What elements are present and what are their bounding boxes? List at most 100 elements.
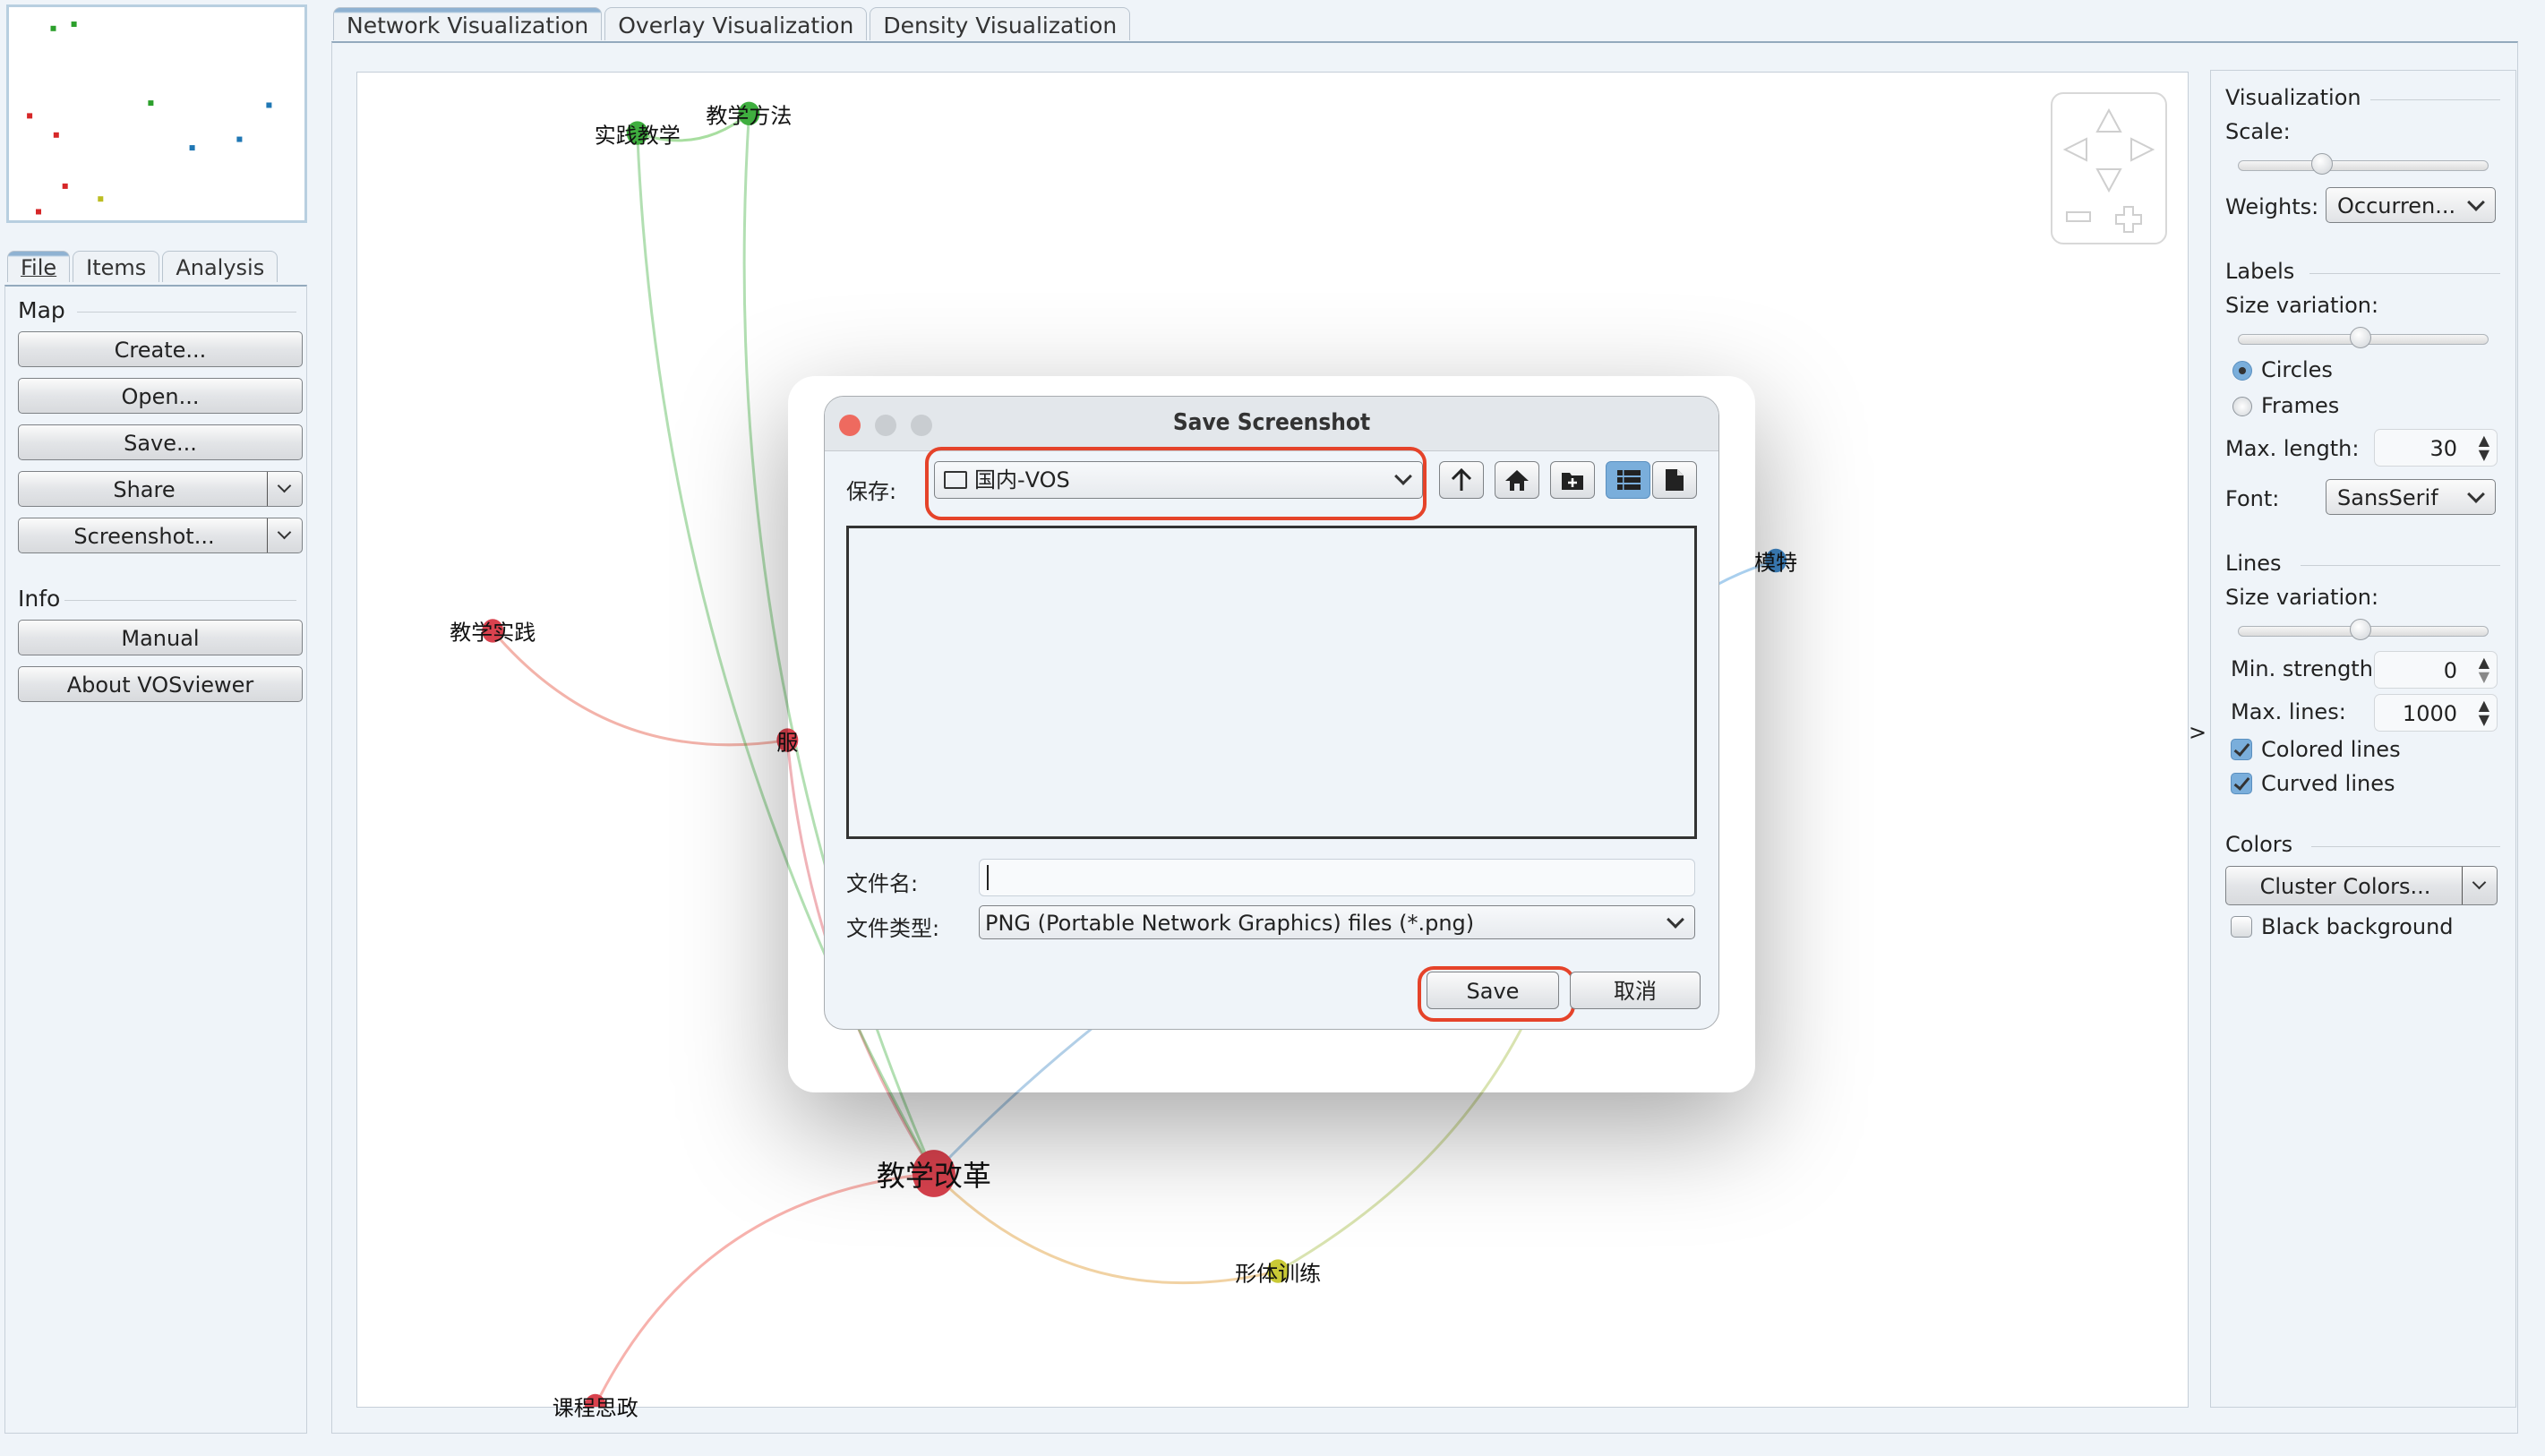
- pan-right-icon[interactable]: [2130, 137, 2155, 162]
- up-folder-button[interactable]: [1439, 461, 1484, 499]
- save-in-folder-select[interactable]: 国内-VOS: [934, 461, 1423, 499]
- max-length-spinner[interactable]: 30 ▲ ▼: [2374, 429, 2498, 467]
- dialog-titlebar[interactable]: Save Screenshot: [825, 397, 1718, 451]
- minimap-point: [53, 132, 59, 138]
- weights-select[interactable]: Occurren...: [2326, 187, 2496, 223]
- minimap-point: [36, 209, 41, 215]
- min-strength-spinner[interactable]: 0 ▲ ▼: [2374, 651, 2498, 689]
- screenshot-dropdown-toggle[interactable]: [267, 518, 302, 552]
- scale-slider-thumb[interactable]: [2310, 153, 2333, 175]
- line-size-variation-slider[interactable]: [2238, 619, 2489, 640]
- min-strength-value: 0: [2443, 658, 2457, 683]
- overview-minimap[interactable]: [6, 4, 307, 223]
- tab-overlay-visualization[interactable]: Overlay Visualization: [604, 7, 868, 40]
- new-folder-icon: [1562, 473, 1583, 490]
- details-view-button[interactable]: [1652, 461, 1697, 499]
- pan-left-icon[interactable]: [2062, 137, 2087, 162]
- dialog-title: Save Screenshot: [1172, 409, 1371, 436]
- chevron-down-icon: [2467, 485, 2485, 503]
- cancel-button[interactable]: 取消: [1570, 972, 1701, 1009]
- label-size-variation-slider[interactable]: [2238, 327, 2489, 348]
- manual-button[interactable]: Manual: [18, 620, 303, 655]
- pan-up-icon[interactable]: [2095, 107, 2122, 133]
- chevron-down-icon: [2467, 193, 2485, 211]
- section-divider: [2370, 99, 2500, 100]
- save-button[interactable]: Save: [1427, 972, 1559, 1009]
- node-label[interactable]: 实践教学: [595, 117, 681, 149]
- label-size-variation-label: Size variation:: [2225, 293, 2379, 318]
- collapse-panel-toggle[interactable]: >: [2189, 720, 2207, 745]
- file-list[interactable]: [846, 526, 1697, 839]
- circles-radio[interactable]: [2232, 361, 2252, 381]
- spinner-arrows-icon[interactable]: ▲ ▼: [2479, 655, 2489, 684]
- max-lines-value: 1000: [2402, 701, 2457, 726]
- minimap-point: [62, 183, 68, 189]
- minimap-point: [71, 21, 77, 28]
- colors-section-heading: Colors: [2225, 832, 2293, 857]
- share-button-label: Share: [113, 477, 176, 502]
- minimap-point: [50, 25, 56, 31]
- black-background-checkbox[interactable]: [2231, 916, 2252, 938]
- folder-icon: [944, 471, 967, 489]
- node-label[interactable]: 形体训练: [1235, 1255, 1321, 1287]
- max-lines-spinner[interactable]: 1000 ▲ ▼: [2374, 694, 2498, 732]
- curved-lines-checkbox[interactable]: [2231, 773, 2252, 794]
- colored-lines-checkbox[interactable]: [2231, 739, 2252, 760]
- file-name-label: 文件名:: [846, 871, 919, 896]
- create-map-button[interactable]: Create...: [18, 331, 303, 367]
- scale-slider[interactable]: [2238, 153, 2489, 175]
- tab-file[interactable]: File: [7, 251, 71, 282]
- tab-network-visualization[interactable]: Network Visualization: [333, 7, 603, 40]
- open-map-button[interactable]: Open...: [18, 378, 303, 414]
- zoom-in-icon[interactable]: [2115, 206, 2142, 233]
- font-label: Font:: [2225, 486, 2280, 511]
- tab-density-visualization[interactable]: Density Visualization: [870, 7, 1131, 40]
- colored-lines-label: Colored lines: [2261, 737, 2401, 762]
- chevron-down-icon: [2472, 875, 2487, 890]
- spinner-arrows-icon[interactable]: ▲ ▼: [2479, 698, 2489, 727]
- about-vosviewer-button[interactable]: About VOSviewer: [18, 666, 303, 702]
- tab-analysis[interactable]: Analysis: [162, 251, 278, 282]
- node-label[interactable]: 教学方法: [706, 98, 792, 129]
- lines-section-heading: Lines: [2225, 551, 2282, 576]
- labels-section-heading: Labels: [2225, 259, 2295, 284]
- scale-label: Scale:: [2225, 119, 2291, 144]
- share-button[interactable]: Share: [18, 471, 303, 507]
- share-dropdown-toggle[interactable]: [267, 472, 302, 506]
- node-label[interactable]: 模特: [1754, 545, 1797, 577]
- new-folder-button[interactable]: [1550, 461, 1595, 499]
- node-label[interactable]: 教学实践: [450, 615, 536, 647]
- cluster-colors-dropdown-toggle[interactable]: [2462, 867, 2497, 904]
- save-map-button[interactable]: Save...: [18, 424, 303, 460]
- node-label[interactable]: 教学改革: [877, 1153, 991, 1195]
- node-label[interactable]: 课程思政: [553, 1390, 638, 1421]
- chevron-down-icon: [277, 525, 292, 540]
- cluster-colors-button[interactable]: Cluster Colors...: [2225, 866, 2498, 905]
- frames-radio[interactable]: [2232, 397, 2252, 416]
- file-panel: Map Create... Open... Save... Share Scre…: [4, 285, 307, 1434]
- section-divider: [2311, 846, 2500, 847]
- minimap-point: [189, 145, 195, 151]
- label-size-variation-thumb[interactable]: [2350, 327, 2372, 348]
- arrow-up-icon: [1451, 467, 1472, 491]
- section-divider: [64, 600, 296, 601]
- font-select[interactable]: SansSerif: [2326, 479, 2496, 515]
- file-type-select[interactable]: PNG (Portable Network Graphics) files (*…: [979, 905, 1695, 939]
- list-view-button[interactable]: [1606, 461, 1650, 499]
- line-size-variation-label: Size variation:: [2225, 585, 2379, 610]
- file-type-label: 文件类型:: [846, 916, 940, 941]
- tab-items[interactable]: Items: [73, 251, 160, 282]
- screenshot-button[interactable]: Screenshot...: [18, 518, 303, 553]
- network-edge: [594, 1172, 934, 1407]
- save-in-folder-value: 国内-VOS: [974, 467, 1070, 492]
- cluster-colors-label: Cluster Colors...: [2259, 874, 2431, 899]
- home-folder-button[interactable]: [1495, 461, 1539, 499]
- pan-down-icon[interactable]: [2095, 168, 2122, 193]
- text-cursor: [987, 865, 989, 890]
- file-name-input[interactable]: [979, 859, 1695, 896]
- spinner-arrows-icon[interactable]: ▲ ▼: [2479, 433, 2489, 462]
- zoom-out-icon[interactable]: [2066, 211, 2091, 222]
- line-size-variation-thumb[interactable]: [2350, 619, 2372, 640]
- black-background-label: Black background: [2261, 914, 2454, 939]
- file-type-value: PNG (Portable Network Graphics) files (*…: [985, 911, 1475, 936]
